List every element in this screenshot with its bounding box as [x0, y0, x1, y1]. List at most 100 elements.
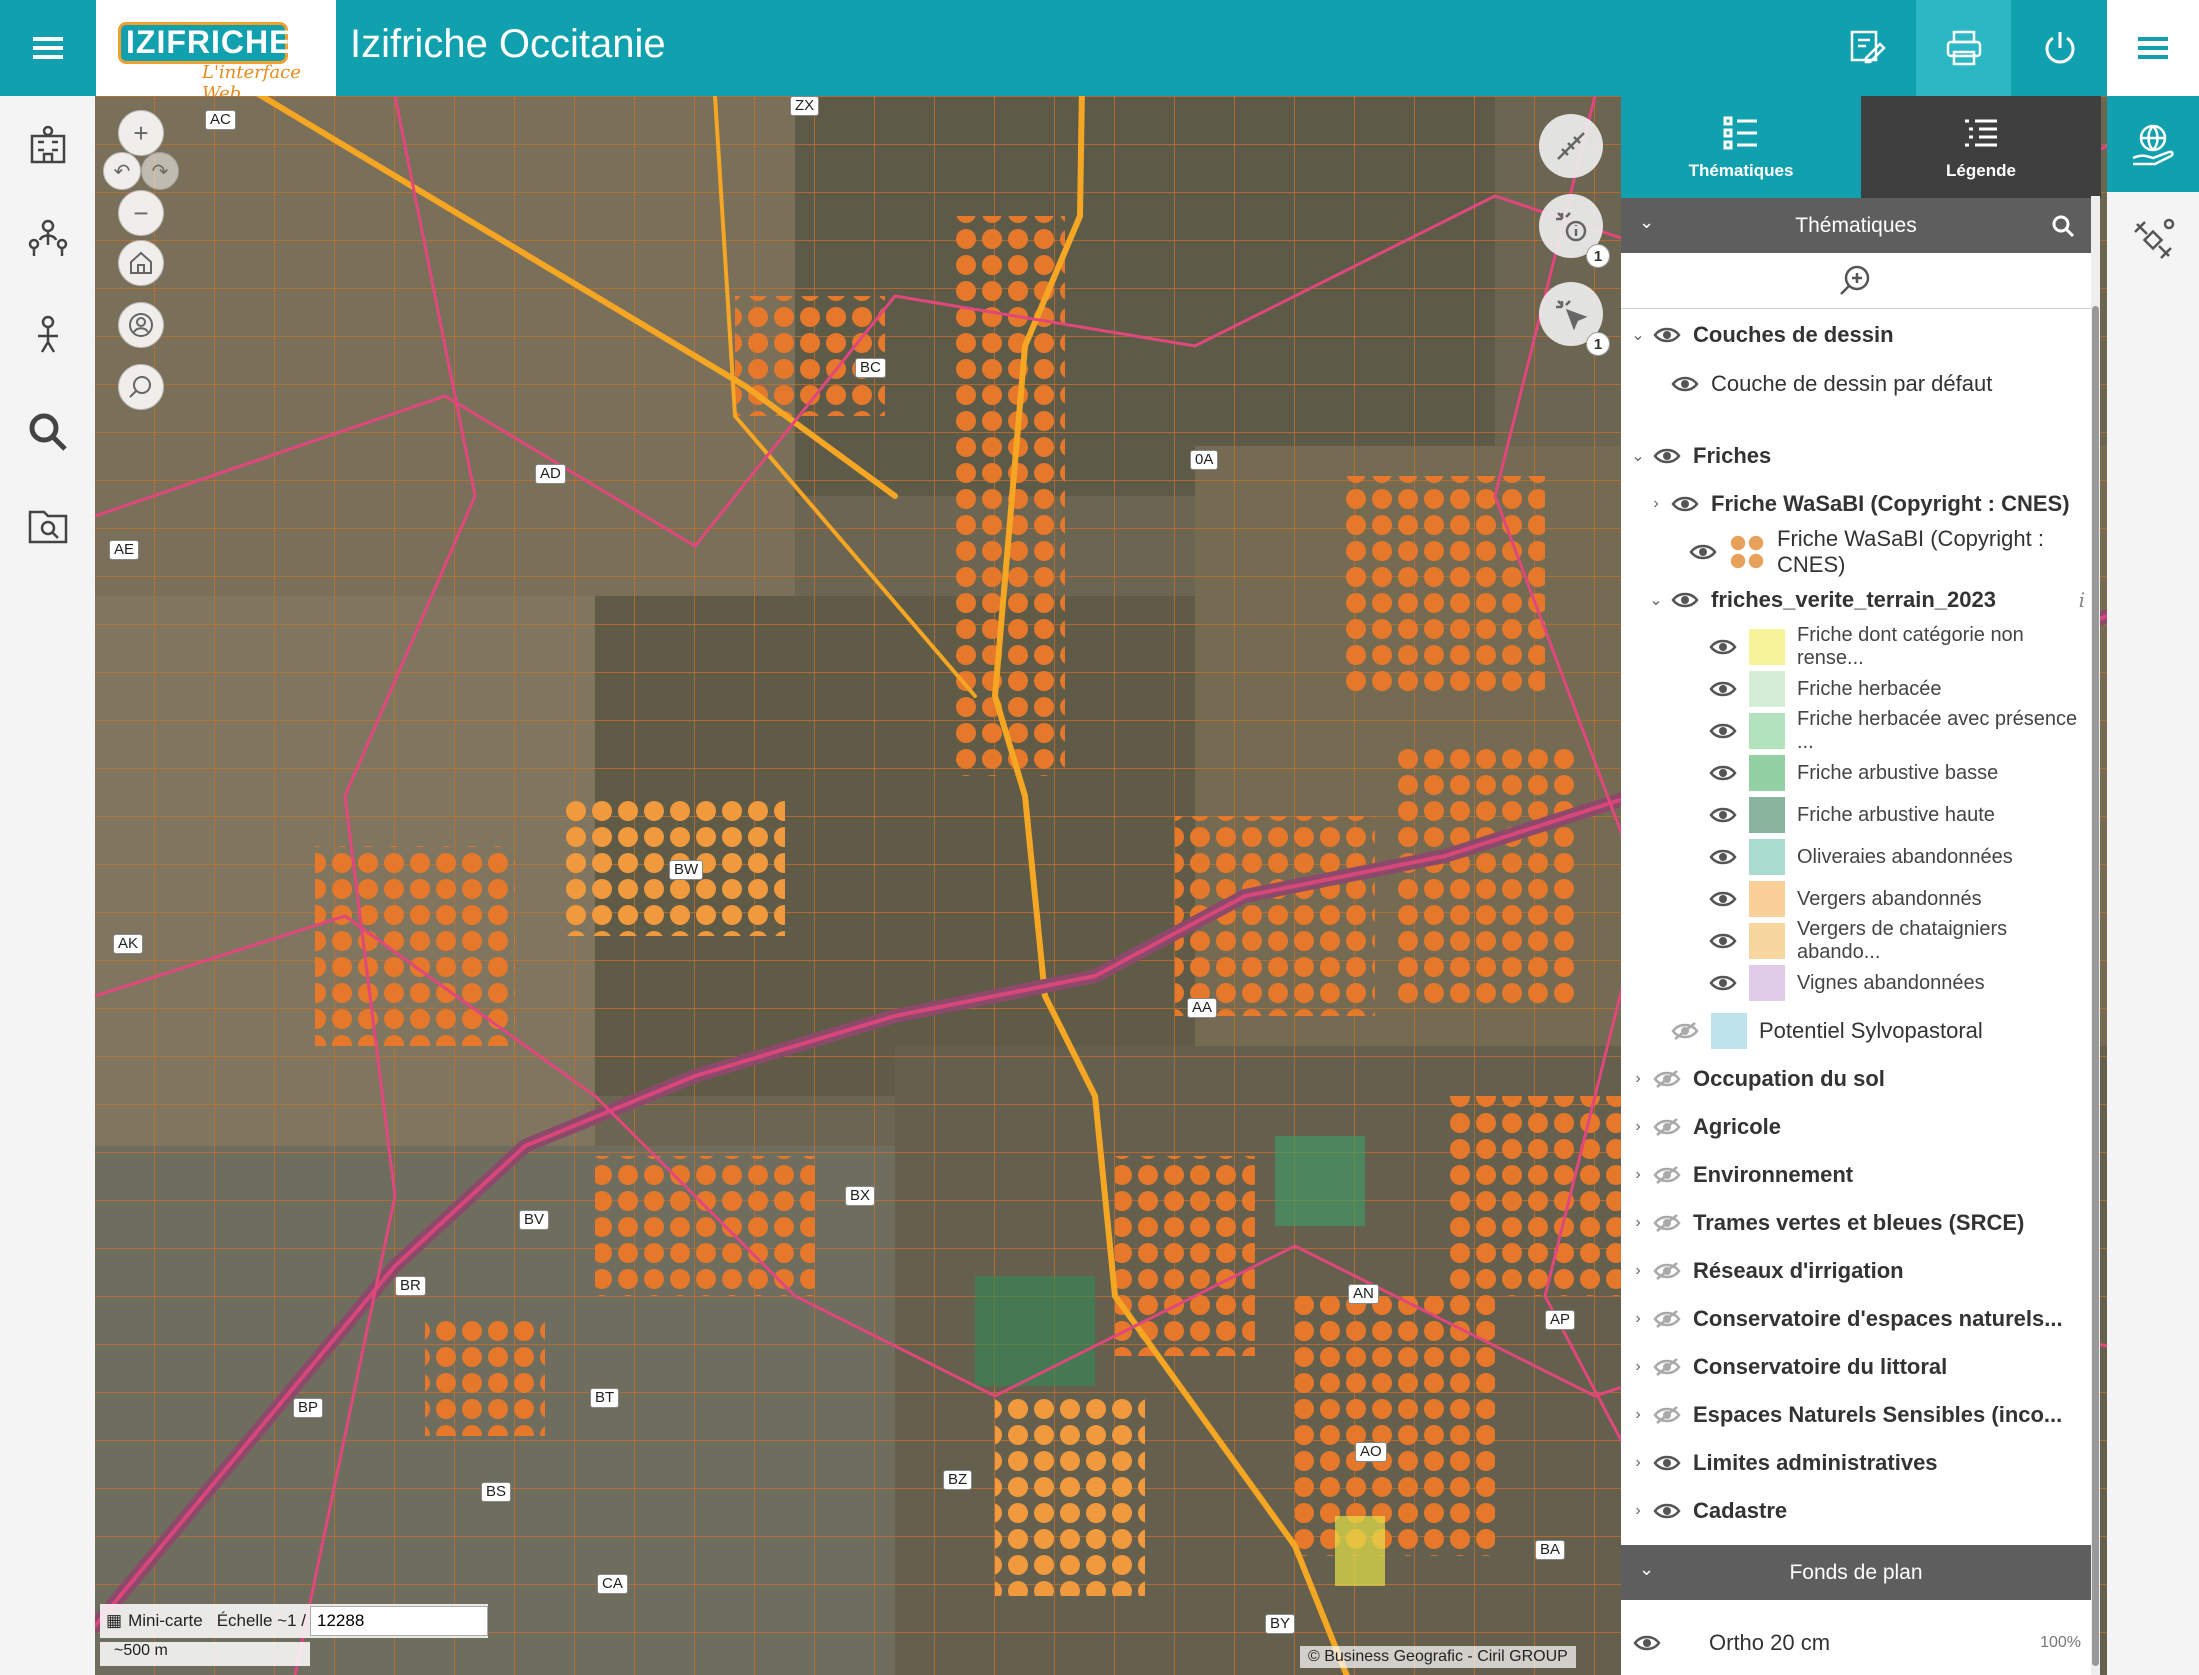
- measure-tool-icon[interactable]: [1539, 114, 1603, 178]
- geolocate-icon[interactable]: [118, 302, 164, 348]
- layer-item[interactable]: › Conservatoire d'espaces naturels...: [1621, 1302, 2091, 1336]
- eye-icon[interactable]: [1709, 679, 1737, 699]
- eye-icon[interactable]: [1689, 542, 1717, 562]
- chevron-right-icon[interactable]: ›: [1631, 1166, 1645, 1184]
- layer-item[interactable]: ⌄ Friches: [1621, 439, 2091, 473]
- eye-icon[interactable]: [1633, 1633, 1661, 1653]
- basemap-opacity[interactable]: 100%: [2040, 1634, 2081, 1652]
- chevron-right-icon[interactable]: ›: [1631, 1262, 1645, 1280]
- layer-item[interactable]: Friche herbacée avec présence ...: [1621, 708, 2091, 753]
- layer-item[interactable]: › Friche WaSaBI (Copyright : CNES): [1621, 487, 2091, 521]
- layer-item[interactable]: › Environnement: [1621, 1158, 2091, 1192]
- people-network-icon[interactable]: [24, 214, 72, 262]
- eye-off-icon[interactable]: [1653, 1165, 1681, 1185]
- eye-icon[interactable]: [1671, 374, 1699, 394]
- layer-item[interactable]: Friche WaSaBI (Copyright : CNES): [1621, 526, 2091, 577]
- chevron-down-icon[interactable]: ⌄: [1631, 325, 1645, 345]
- person-pin-icon[interactable]: [24, 310, 72, 358]
- minimap-toggle[interactable]: Mini-carte: [128, 1611, 203, 1631]
- zoom-search-icon[interactable]: [118, 364, 164, 410]
- layer-item[interactable]: › Espaces Naturels Sensibles (inco...: [1621, 1398, 2091, 1432]
- layer-item[interactable]: › Réseaux d'irrigation: [1621, 1254, 2091, 1288]
- layer-item[interactable]: ⌄ friches_verite_terrain_2023 i: [1621, 583, 2091, 617]
- chevron-right-icon[interactable]: ›: [1631, 1118, 1645, 1136]
- edit-report-icon[interactable]: [1820, 0, 1915, 96]
- layer-item[interactable]: Friche arbustive basse: [1621, 755, 2091, 791]
- chevron-right-icon[interactable]: ›: [1631, 1214, 1645, 1232]
- eye-off-icon[interactable]: [1653, 1357, 1681, 1377]
- eye-icon[interactable]: [1709, 973, 1737, 993]
- power-icon[interactable]: [2012, 0, 2107, 96]
- layer-item[interactable]: Vergers abandonnés: [1621, 881, 2091, 917]
- layer-item[interactable]: › Cadastre: [1621, 1494, 2091, 1528]
- chevron-right-icon[interactable]: ›: [1649, 495, 1663, 513]
- right-menu-icon[interactable]: [2107, 0, 2199, 96]
- chevron-down-icon[interactable]: ⌄: [1649, 590, 1663, 610]
- home-extent-icon[interactable]: [118, 240, 164, 286]
- eye-off-icon[interactable]: [1653, 1309, 1681, 1329]
- eye-icon[interactable]: [1709, 763, 1737, 783]
- eye-off-icon[interactable]: [1653, 1069, 1681, 1089]
- eye-off-icon[interactable]: [1653, 1117, 1681, 1137]
- chevron-right-icon[interactable]: ›: [1631, 1310, 1645, 1328]
- layer-item[interactable]: › Conservatoire du littoral: [1621, 1350, 2091, 1384]
- layer-item[interactable]: › Trames vertes et bleues (SRCE): [1621, 1206, 2091, 1240]
- chevron-right-icon[interactable]: ›: [1631, 1502, 1645, 1520]
- layer-item[interactable]: Couche de dessin par défaut: [1621, 367, 2091, 401]
- scale-input[interactable]: [310, 1606, 488, 1636]
- layer-item[interactable]: Potentiel Sylvopastoral: [1621, 1013, 2091, 1049]
- eye-off-icon[interactable]: [1653, 1261, 1681, 1281]
- redo-view-icon[interactable]: ↷: [141, 152, 179, 190]
- panel-scrollbar[interactable]: [2091, 196, 2100, 1675]
- eye-icon[interactable]: [1653, 325, 1681, 345]
- layer-item[interactable]: Oliveraies abandonnées: [1621, 839, 2091, 875]
- info-icon[interactable]: i: [2079, 588, 2085, 612]
- folder-search-icon[interactable]: [24, 502, 72, 550]
- eye-off-icon[interactable]: [1671, 1021, 1699, 1041]
- chevron-down-icon[interactable]: ⌄: [1639, 212, 1654, 233]
- layer-item[interactable]: › Agricole: [1621, 1110, 2091, 1144]
- hamburger-menu-icon[interactable]: [0, 0, 95, 96]
- print-icon[interactable]: [1916, 0, 2011, 96]
- tab-legende[interactable]: Légende: [1861, 96, 2101, 198]
- globe-hand-icon[interactable]: [2107, 96, 2199, 192]
- eye-icon[interactable]: [1653, 1501, 1681, 1521]
- eye-icon[interactable]: [1653, 446, 1681, 466]
- eye-icon[interactable]: [1709, 931, 1737, 951]
- layer-item[interactable]: › Occupation du sol: [1621, 1062, 2091, 1096]
- layer-item[interactable]: Vignes abandonnées: [1621, 965, 2091, 1001]
- layer-item[interactable]: ⌄ Couches de dessin: [1621, 318, 2091, 352]
- eye-icon[interactable]: [1653, 1453, 1681, 1473]
- layer-item[interactable]: › Limites administratives: [1621, 1446, 2091, 1480]
- fonds-de-plan-header[interactable]: ⌄ Fonds de plan: [1621, 1545, 2091, 1600]
- eye-icon[interactable]: [1671, 590, 1699, 610]
- eye-off-icon[interactable]: [1653, 1405, 1681, 1425]
- layer-item[interactable]: Friche herbacée: [1621, 671, 2091, 707]
- eye-icon[interactable]: [1709, 847, 1737, 867]
- chevron-right-icon[interactable]: ›: [1631, 1406, 1645, 1424]
- thematiques-header[interactable]: ⌄ Thématiques: [1621, 198, 2091, 253]
- add-layer-search-icon[interactable]: [1621, 253, 2091, 309]
- undo-view-icon[interactable]: ↶: [103, 152, 141, 190]
- search-icon[interactable]: [24, 408, 72, 456]
- zoom-out-button[interactable]: −: [118, 190, 164, 236]
- chevron-down-icon[interactable]: ⌄: [1639, 1559, 1654, 1580]
- basemap-row[interactable]: Ortho 20 cm 100%: [1621, 1626, 2091, 1660]
- layer-item[interactable]: Friche dont catégorie non rense...: [1621, 624, 2091, 669]
- tab-thematiques[interactable]: Thématiques: [1621, 96, 1861, 198]
- eye-icon[interactable]: [1709, 721, 1737, 741]
- eye-icon[interactable]: [1671, 494, 1699, 514]
- chevron-right-icon[interactable]: ›: [1631, 1358, 1645, 1376]
- layer-item[interactable]: Friche arbustive haute: [1621, 797, 2091, 833]
- satellite-icon[interactable]: [2129, 216, 2177, 269]
- eye-icon[interactable]: [1709, 889, 1737, 909]
- chevron-right-icon[interactable]: ›: [1631, 1454, 1645, 1472]
- eye-icon[interactable]: [1709, 805, 1737, 825]
- app-logo[interactable]: IZIFRICHE L'interface Web: [96, 0, 336, 104]
- chevron-right-icon[interactable]: ›: [1631, 1070, 1645, 1088]
- building-search-icon[interactable]: [24, 122, 72, 170]
- chevron-down-icon[interactable]: ⌄: [1631, 446, 1645, 466]
- minimap-icon[interactable]: ▦: [106, 1611, 122, 1631]
- eye-icon[interactable]: [1709, 637, 1737, 657]
- search-icon[interactable]: [2051, 214, 2075, 238]
